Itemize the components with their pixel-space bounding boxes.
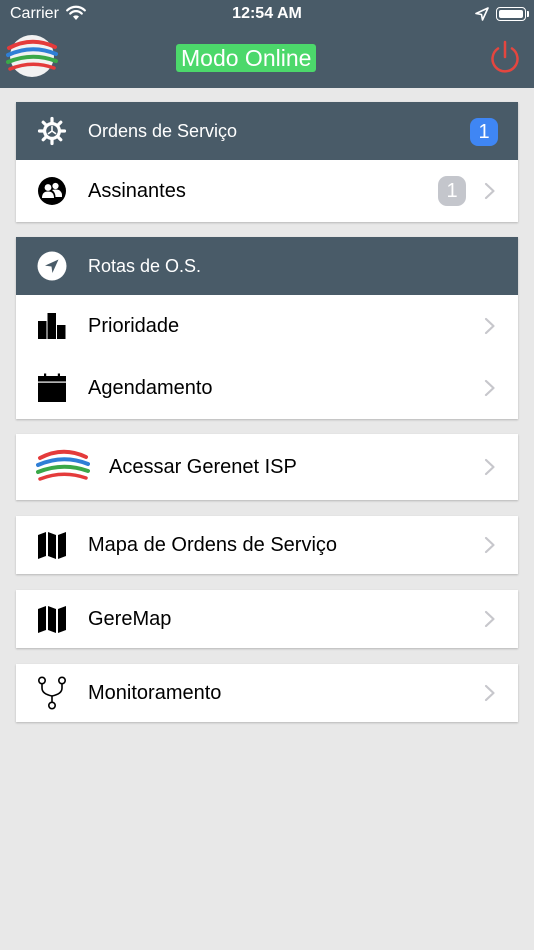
service-orders-count-badge: 1	[470, 118, 498, 146]
connection-mode-title: Modo Online	[176, 44, 317, 72]
navigation-arrow-icon	[37, 251, 67, 281]
battery-icon	[496, 7, 529, 21]
chevron-right-icon	[484, 379, 495, 397]
chevron-right-icon	[484, 317, 495, 335]
navigation-bar: Modo Online	[0, 30, 534, 88]
service-orders-map-row[interactable]: Mapa de Ordens de Serviço	[16, 516, 518, 574]
monitoring-label: Monitoramento	[88, 682, 222, 704]
status-bar: Carrier 12:54 AM	[0, 0, 534, 30]
gerenet-logo-icon	[36, 449, 90, 481]
service-orders-header[interactable]: Ordens de Serviço 1	[16, 102, 518, 160]
routes-card: Rotas de O.S. Prioridade Agendamento	[16, 237, 518, 419]
gerenet-access-card: Acessar Gerenet ISP	[16, 434, 518, 500]
priority-row[interactable]: Prioridade	[16, 295, 518, 357]
chevron-right-icon	[484, 684, 495, 702]
priority-label: Prioridade	[88, 315, 180, 337]
geremap-card: GereMap	[16, 590, 518, 648]
gear-icon	[37, 116, 67, 146]
service-orders-header-label: Ordens de Serviço	[88, 121, 238, 141]
chevron-right-icon	[484, 182, 495, 200]
geremap-row[interactable]: GereMap	[16, 590, 518, 648]
subscribers-count-badge: 1	[438, 176, 466, 206]
schedule-row[interactable]: Agendamento	[16, 357, 518, 419]
subscribers-row[interactable]: Assinantes 1	[16, 160, 518, 222]
geremap-label: GereMap	[88, 608, 172, 630]
gerenet-access-label: Acessar Gerenet ISP	[109, 456, 297, 478]
monitoring-row[interactable]: Monitoramento	[16, 664, 518, 722]
routes-header-label: Rotas de O.S.	[88, 256, 202, 276]
users-icon	[38, 177, 66, 205]
clock: 12:54 AM	[232, 5, 302, 22]
network-branch-icon	[37, 676, 66, 710]
power-button[interactable]	[487, 39, 523, 75]
gerenet-access-row[interactable]: Acessar Gerenet ISP	[16, 434, 518, 500]
service-orders-map-card: Mapa de Ordens de Serviço	[16, 516, 518, 574]
service-orders-map-label: Mapa de Ordens de Serviço	[88, 534, 338, 556]
calendar-icon	[38, 373, 66, 402]
bar-chart-icon	[38, 313, 66, 339]
map-icon	[38, 606, 66, 633]
map-icon	[38, 532, 66, 559]
schedule-label: Agendamento	[88, 377, 213, 399]
subscribers-label: Assinantes	[88, 180, 186, 202]
chevron-right-icon	[484, 536, 495, 554]
gerenet-logo-icon	[6, 35, 58, 77]
service-orders-card: Ordens de Serviço 1 Assinantes 1	[16, 102, 518, 222]
monitoring-card: Monitoramento	[16, 664, 518, 722]
chevron-right-icon	[484, 610, 495, 628]
location-arrow-icon	[475, 7, 489, 21]
chevron-right-icon	[484, 458, 495, 476]
routes-header[interactable]: Rotas de O.S.	[16, 237, 518, 295]
